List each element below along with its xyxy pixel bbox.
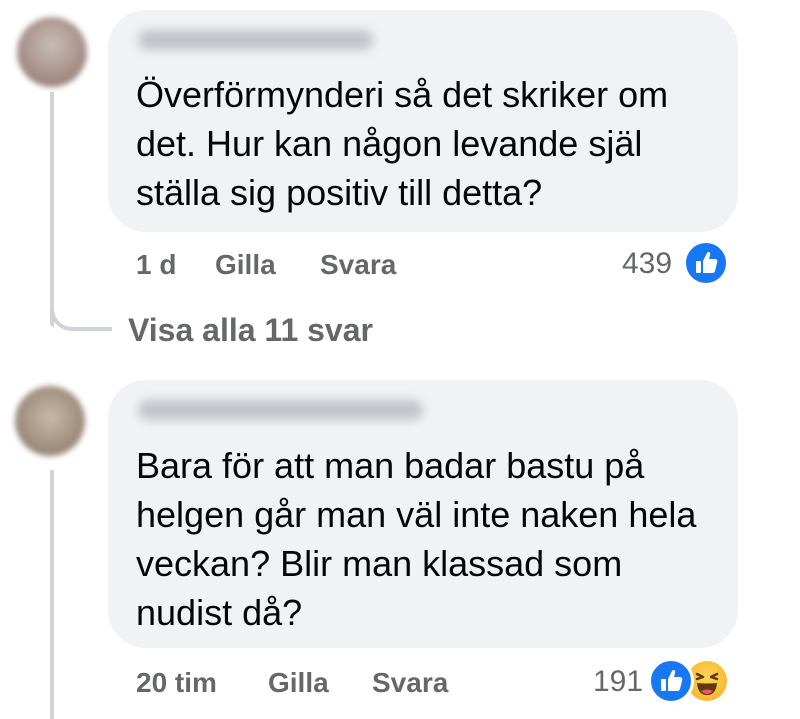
commenter-name-redacted[interactable] [138,400,423,420]
avatar[interactable] [15,386,85,456]
thread-line [50,470,54,719]
commenter-name-redacted[interactable] [138,30,373,50]
thumbs-up-icon [696,251,718,273]
like-icon[interactable] [683,240,729,286]
view-all-replies-link[interactable]: Visa alla 11 svar [128,312,373,349]
thread-line [50,92,54,327]
comment-text: Bara för att man badar bastu på helgen g… [136,445,697,633]
like-button[interactable]: Gilla [215,249,276,281]
thread-connector [50,300,112,331]
thumbs-up-icon [661,669,683,691]
reaction-count[interactable]: 191 [593,665,643,699]
avatar[interactable] [17,17,87,87]
reply-button[interactable]: Svara [372,667,448,699]
comment-age[interactable]: 1 d [136,249,176,281]
comment-text: Överförmynderi så det skriker om det. Hu… [136,74,669,213]
like-button[interactable]: Gilla [268,667,329,699]
reaction-count[interactable]: 439 [622,247,672,281]
reply-button[interactable]: Svara [320,249,396,281]
like-icon[interactable] [648,658,694,704]
comment-age[interactable]: 20 tim [136,667,217,699]
